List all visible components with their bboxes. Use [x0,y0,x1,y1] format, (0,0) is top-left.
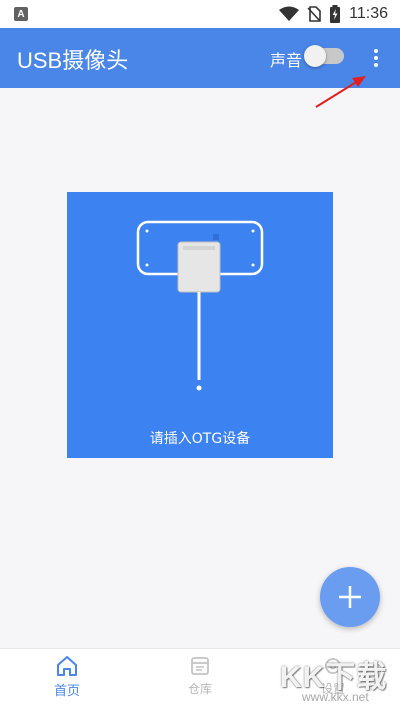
wifi-icon [279,6,300,21]
more-vertical-icon [374,49,378,53]
repository-icon [191,657,209,675]
no-sim-icon [307,6,321,22]
nav-label-repository: 仓库 [187,682,212,696]
main-content: 请插入OTG设备 [0,88,400,648]
otg-prompt-card: 请插入OTG设备 [67,192,333,458]
status-right: 11:36 [279,5,388,23]
app-title: USB摄像头 [17,48,129,73]
plus-icon [339,586,361,608]
usb-otg-device-icon [136,220,264,391]
app-notification-icon: A [14,7,28,21]
watermark-site: www.kkx.net [302,690,369,704]
battery-charging-icon [330,5,341,23]
nav-item-home[interactable]: 首页 [27,655,107,699]
status-time: 11:36 [349,5,388,22]
sound-label: 声音 [270,51,303,70]
otg-prompt-text: 请插入OTG设备 [149,431,251,447]
status-bar: A 11:36 [0,0,400,28]
home-icon [57,656,77,676]
add-button[interactable] [320,567,380,627]
nav-label-home: 首页 [53,684,80,699]
watermark: KK下载 www.kkx.net [280,652,398,708]
nav-item-repository[interactable]: 仓库 [160,655,240,697]
status-left: A [14,7,28,21]
